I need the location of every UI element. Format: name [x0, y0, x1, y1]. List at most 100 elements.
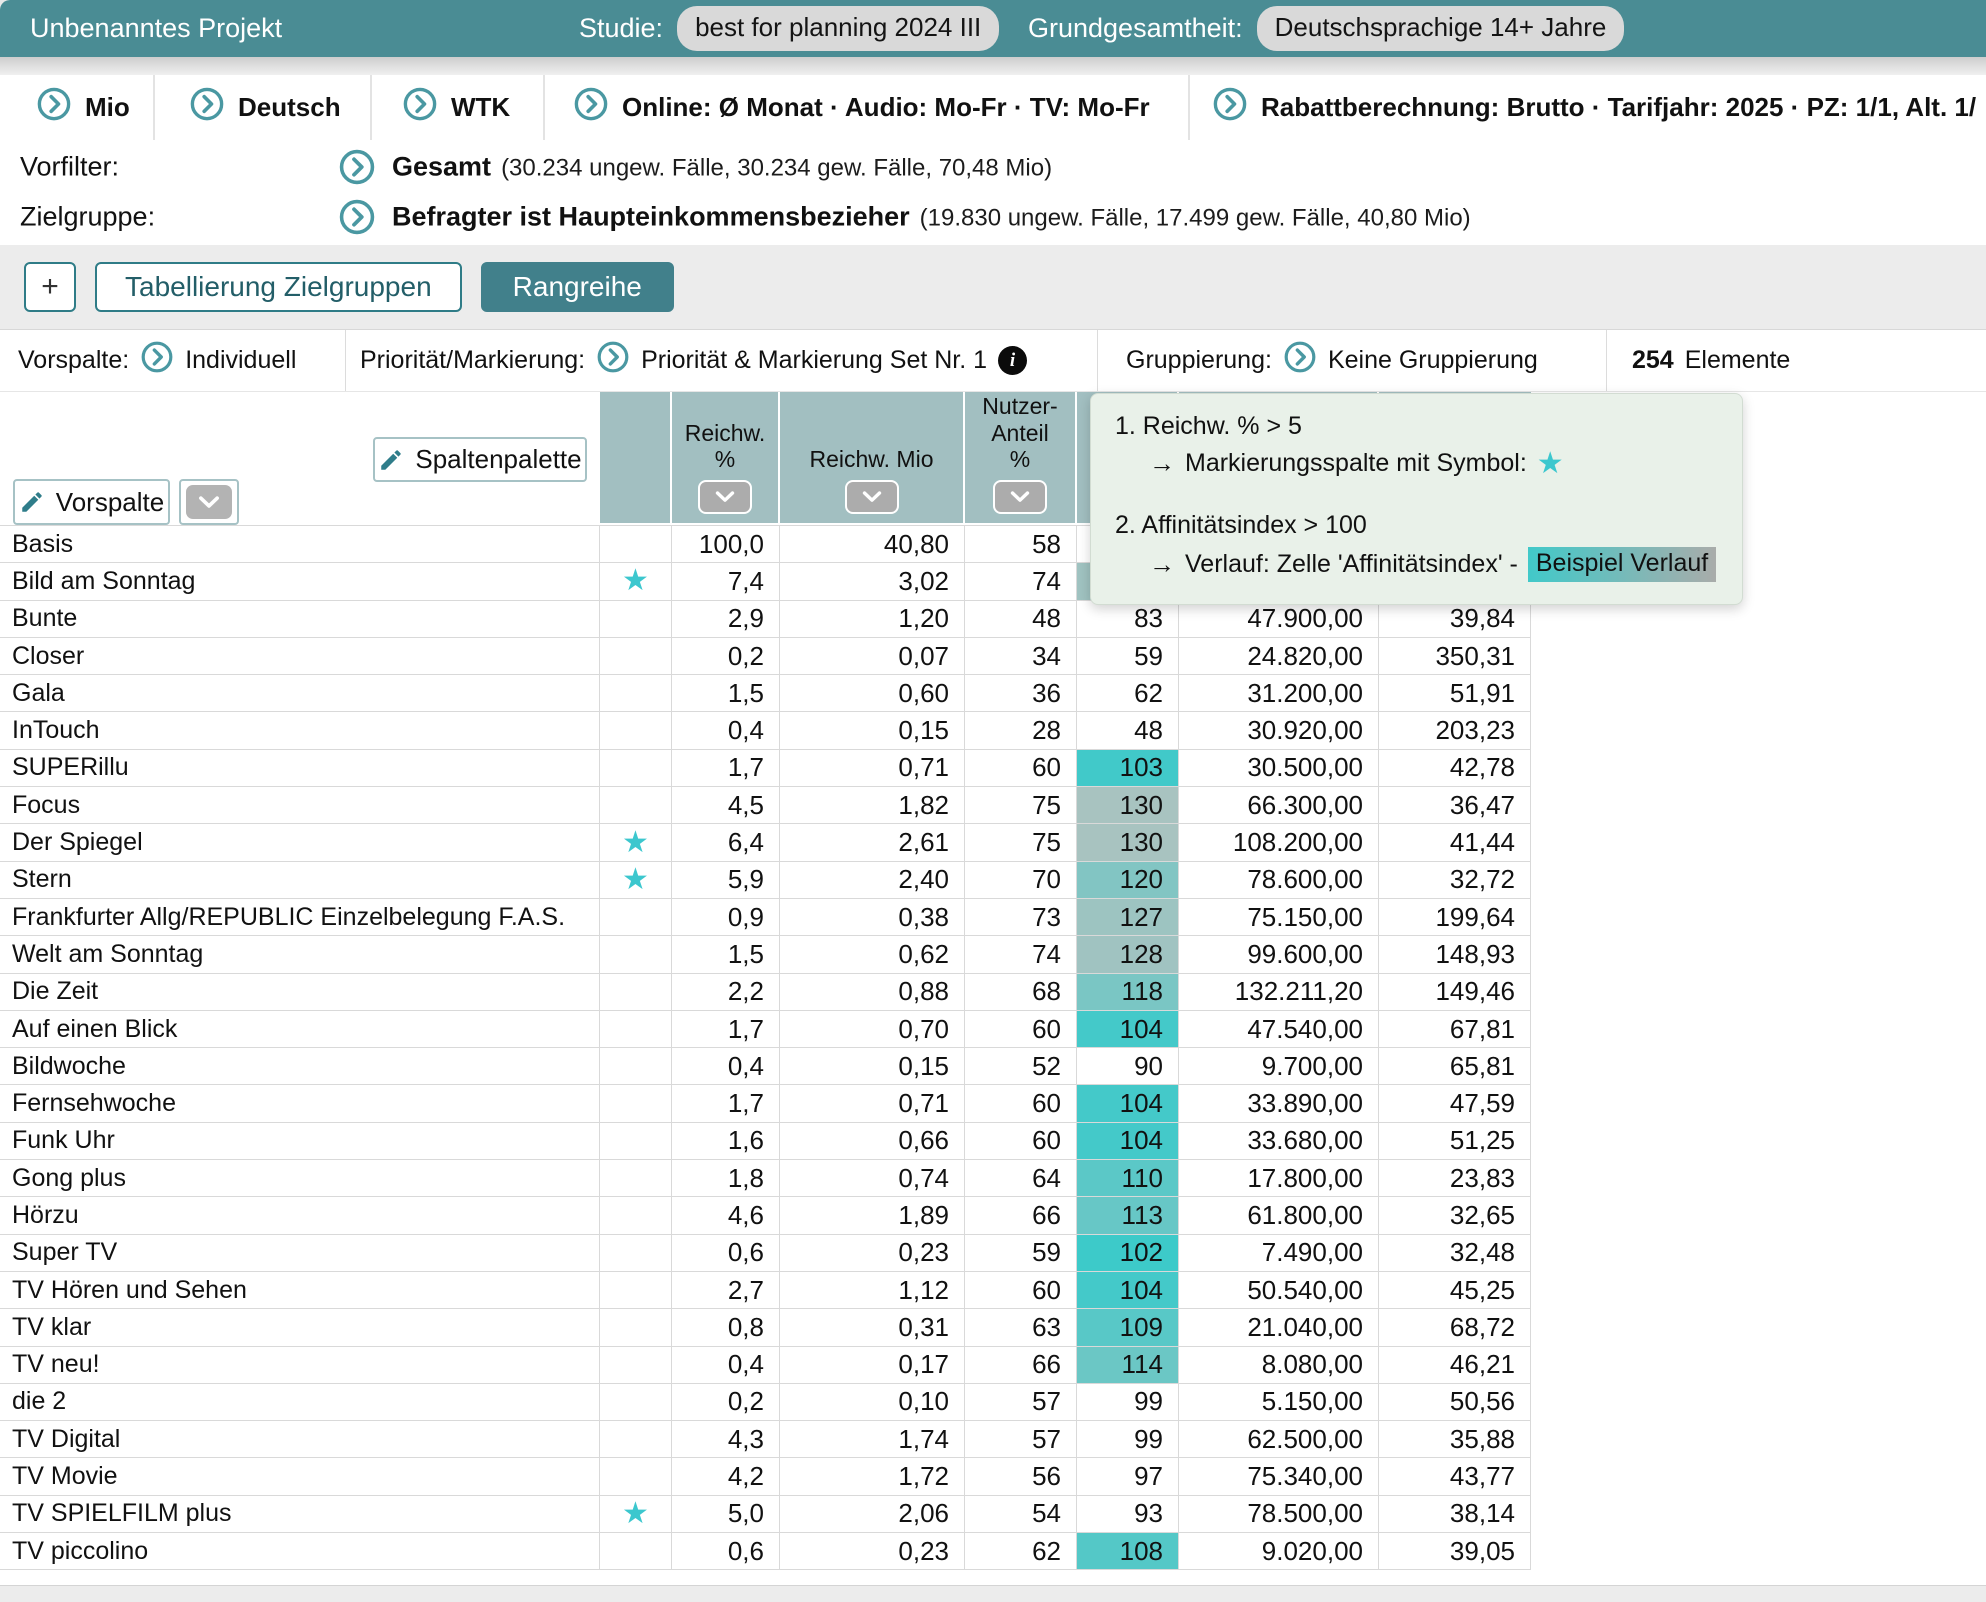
cell-affinitaetsindex: 120 — [1077, 862, 1179, 898]
cell-marker — [600, 712, 672, 748]
table-row[interactable]: SUPERillu 1,7 0,71 60 103 30.500,00 42,7… — [0, 750, 1531, 787]
cell-marker — [600, 1421, 672, 1457]
cell-reichweite-mio: 0,38 — [780, 899, 965, 935]
grundgesamtheit-value-pill[interactable]: Deutschsprachige 14+ Jahre — [1257, 6, 1625, 51]
column-menu-button[interactable] — [698, 480, 752, 514]
studie-value-pill[interactable]: best for planning 2024 III — [677, 6, 999, 51]
cell-marker — [600, 787, 672, 823]
table-row[interactable]: Focus 4,5 1,82 75 130 66.300,00 36,47 — [0, 787, 1531, 824]
table-row[interactable]: Super TV 0,6 0,23 59 102 7.490,00 32,48 — [0, 1235, 1531, 1272]
vorfilter-value-group[interactable]: Gesamt (30.234 ungew. Fälle, 30.234 gew.… — [392, 152, 1052, 183]
grundgesamtheit-label: Grundgesamtheit: — [1028, 13, 1243, 44]
cell-reichweite-prozent: 0,4 — [672, 1347, 780, 1383]
table-row[interactable]: Bildwoche 0,4 0,15 52 90 9.700,00 65,81 — [0, 1048, 1531, 1085]
cell-nutzer-anteil: 54 — [965, 1496, 1077, 1532]
table-row[interactable]: TV SPIELFILM plus ★ 5,0 2,06 54 93 78.50… — [0, 1496, 1531, 1533]
cell-reichweite-mio: 0,07 — [780, 638, 965, 674]
chevron-circle-icon[interactable] — [1283, 340, 1317, 381]
table-row[interactable]: TV klar 0,8 0,31 63 109 21.040,00 68,72 — [0, 1309, 1531, 1346]
cell-reichweite-prozent: 7,4 — [672, 563, 780, 599]
cell-preis: 75.150,00 — [1179, 899, 1379, 935]
chevron-circle-icon[interactable] — [338, 148, 376, 186]
filter-section: Vorfilter: Gesamt (30.234 ungew. Fälle, … — [0, 140, 1986, 245]
cell-tkp: 39,84 — [1379, 601, 1531, 637]
table-row[interactable]: Hörzu 4,6 1,89 66 113 61.800,00 32,65 — [0, 1197, 1531, 1234]
toolbar-segment[interactable]: Online: Ø Monat · Audio: Mo-Fr · TV: Mo-… — [545, 75, 1190, 140]
chevron-circle-icon[interactable] — [338, 198, 376, 236]
cell-marker — [600, 750, 672, 786]
cell-reichweite-mio: 0,23 — [780, 1533, 965, 1569]
cell-title: Auf einen Blick — [0, 1011, 600, 1047]
table-row[interactable]: Frankfurter Allg/REPUBLIC Einzelbelegung… — [0, 899, 1531, 936]
cell-reichweite-mio: 0,74 — [780, 1160, 965, 1196]
toolbar-segment[interactable]: Deutsch — [155, 75, 372, 140]
table-row[interactable]: Auf einen Blick 1,7 0,70 60 104 47.540,0… — [0, 1011, 1531, 1048]
zielgruppe-detail: (19.830 ungew. Fälle, 17.499 gew. Fälle,… — [920, 205, 1471, 233]
chevron-circle-icon[interactable] — [596, 340, 630, 381]
cell-preis: 24.820,00 — [1179, 638, 1379, 674]
ranking-table-area: Spaltenpalette Vorspalte Reichw. % Reich… — [0, 392, 1986, 1585]
prioritaet-markierung-setting: Priorität/Markierung: Priorität & Markie… — [360, 330, 1027, 391]
add-tab-button[interactable]: + — [24, 262, 76, 312]
prioritaet-value[interactable]: Priorität & Markierung Set Nr. 1 — [641, 346, 987, 375]
star-icon: ★ — [622, 865, 649, 895]
tab-rangreihe[interactable]: Rangreihe — [481, 262, 674, 312]
cell-tkp: 67,81 — [1379, 1011, 1531, 1047]
toolbar-segment[interactable]: Mio — [0, 75, 155, 140]
toolbar-segment[interactable]: WTK — [372, 75, 545, 140]
zielgruppe-row: Zielgruppe: Befragter ist Haupteinkommen… — [0, 192, 1986, 242]
cell-tkp: 47,59 — [1379, 1085, 1531, 1121]
spaltenpalette-button[interactable]: Spaltenpalette — [373, 437, 587, 482]
tab-tabellierung-zielgruppen[interactable]: Tabellierung Zielgruppen — [95, 262, 462, 312]
column-menu-button[interactable] — [993, 480, 1047, 514]
vorspalte-setting-value[interactable]: Individuell — [185, 346, 296, 375]
table-row[interactable]: Der Spiegel ★ 6,4 2,61 75 130 108.200,00… — [0, 824, 1531, 861]
toolbar-segment[interactable]: Rabattberechnung: Brutto · Tarifjahr: 20… — [1190, 75, 1986, 140]
chevron-circle-icon[interactable] — [140, 340, 174, 381]
cell-reichweite-mio: 0,88 — [780, 974, 965, 1010]
cell-nutzer-anteil: 59 — [965, 1235, 1077, 1271]
element-count-suffix: Elemente — [1685, 346, 1791, 375]
cell-affinitaetsindex: 103 — [1077, 750, 1179, 786]
cell-tkp: 199,64 — [1379, 899, 1531, 935]
table-row[interactable]: Stern ★ 5,9 2,40 70 120 78.600,00 32,72 — [0, 862, 1531, 899]
table-row[interactable]: InTouch 0,4 0,15 28 48 30.920,00 203,23 — [0, 712, 1531, 749]
table-row[interactable]: Closer 0,2 0,07 34 59 24.820,00 350,31 — [0, 638, 1531, 675]
cell-reichweite-prozent: 4,2 — [672, 1458, 780, 1494]
gruppierung-value[interactable]: Keine Gruppierung — [1328, 346, 1538, 375]
table-row[interactable]: Fernsehwoche 1,7 0,71 60 104 33.890,00 4… — [0, 1085, 1531, 1122]
info-icon[interactable]: i — [998, 346, 1027, 375]
pencil-icon — [378, 447, 404, 473]
cell-marker: ★ — [600, 563, 672, 599]
cell-marker — [600, 1309, 672, 1345]
vorspalte-dropdown-button[interactable] — [179, 479, 239, 525]
table-row[interactable]: TV neu! 0,4 0,17 66 114 8.080,00 46,21 — [0, 1347, 1531, 1384]
zielgruppe-value[interactable]: Befragter ist Haupteinkommensbezieher — [392, 202, 910, 233]
column-menu-button[interactable] — [845, 480, 899, 514]
table-row[interactable]: die 2 0,2 0,10 57 99 5.150,00 50,56 — [0, 1384, 1531, 1421]
table-row[interactable]: TV Hören und Sehen 2,7 1,12 60 104 50.54… — [0, 1272, 1531, 1309]
table-row[interactable]: Gong plus 1,8 0,74 64 110 17.800,00 23,8… — [0, 1160, 1531, 1197]
cell-reichweite-prozent: 1,6 — [672, 1123, 780, 1159]
table-row[interactable]: Funk Uhr 1,6 0,66 60 104 33.680,00 51,25 — [0, 1123, 1531, 1160]
cell-reichweite-mio: 0,10 — [780, 1384, 965, 1420]
cell-reichweite-mio: 1,72 — [780, 1458, 965, 1494]
table-row[interactable]: TV Movie 4,2 1,72 56 97 75.340,00 43,77 — [0, 1458, 1531, 1495]
table-row[interactable]: Welt am Sonntag 1,5 0,62 74 128 99.600,0… — [0, 936, 1531, 973]
zielgruppe-value-group[interactable]: Befragter ist Haupteinkommensbezieher (1… — [392, 202, 1471, 233]
cell-preis: 75.340,00 — [1179, 1458, 1379, 1494]
table-row[interactable]: Die Zeit 2,2 0,88 68 118 132.211,20 149,… — [0, 974, 1531, 1011]
table-row[interactable]: Bunte 2,9 1,20 48 83 47.900,00 39,84 — [0, 601, 1531, 638]
gruppierung-label: Gruppierung: — [1126, 346, 1272, 375]
cell-nutzer-anteil: 63 — [965, 1309, 1077, 1345]
spaltenpalette-label: Spaltenpalette — [415, 444, 581, 475]
horizontal-scrollbar-track[interactable] — [0, 1585, 1986, 1602]
cell-nutzer-anteil: 75 — [965, 787, 1077, 823]
table-row[interactable]: TV Digital 4,3 1,74 57 99 62.500,00 35,8… — [0, 1421, 1531, 1458]
table-row[interactable]: TV piccolino 0,6 0,23 62 108 9.020,00 39… — [0, 1533, 1531, 1570]
cell-nutzer-anteil: 58 — [965, 526, 1077, 562]
vorspalte-edit-button[interactable]: Vorspalte — [13, 479, 170, 525]
table-row[interactable]: Gala 1,5 0,60 36 62 31.200,00 51,91 — [0, 675, 1531, 712]
cell-marker — [600, 974, 672, 1010]
vorfilter-value[interactable]: Gesamt — [392, 152, 491, 183]
